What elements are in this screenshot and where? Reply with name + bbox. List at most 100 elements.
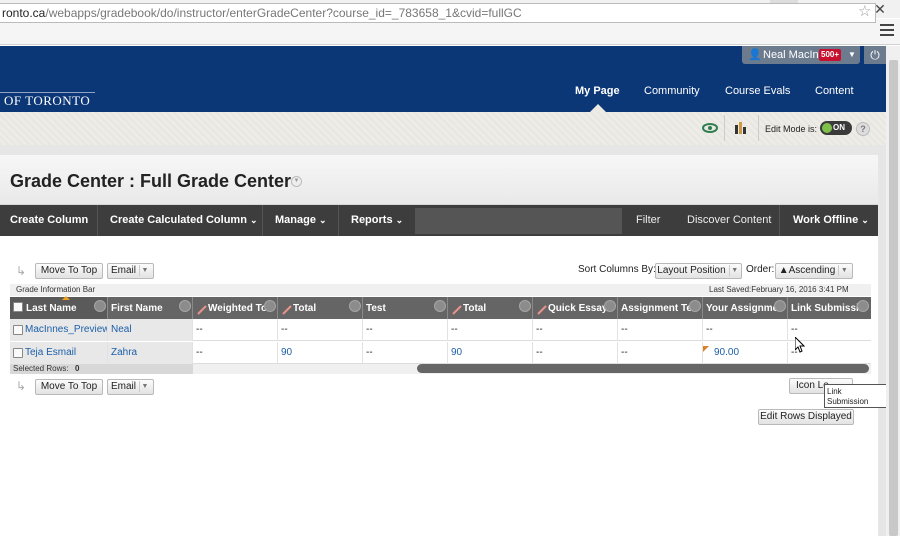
- email-button[interactable]: Email ▼: [107, 263, 154, 279]
- email-button-bottom[interactable]: Email ▼: [107, 379, 154, 395]
- selected-rows-arrow-icon: ↳: [16, 379, 27, 393]
- chevron-down-icon: ▼: [728, 264, 740, 276]
- nav-community[interactable]: Community: [644, 85, 700, 97]
- sort-ascending-icon: [62, 296, 70, 300]
- column-options-icon[interactable]: [179, 300, 191, 312]
- calculated-column-pencil-icon: [537, 305, 547, 315]
- column-options-icon[interactable]: [689, 300, 701, 312]
- column-options-icon[interactable]: [434, 300, 446, 312]
- action-divider: [97, 205, 98, 236]
- grade-cell[interactable]: --: [193, 342, 278, 364]
- address-bar[interactable]: ronto.ca/webapps/gradebook/do/instructor…: [0, 3, 876, 23]
- cell-first-name[interactable]: Zahra: [108, 342, 193, 364]
- url-domain: ronto.ca: [2, 6, 46, 20]
- chevron-down-icon: ⌄: [395, 215, 404, 225]
- grade-cell[interactable]: 90: [448, 342, 533, 364]
- filter-button[interactable]: Filter: [636, 214, 660, 226]
- manage-label: Manage: [275, 214, 316, 226]
- toolstrip-divider: [758, 115, 759, 141]
- sort-columns-value: Layout Position: [657, 265, 726, 276]
- grade-cell[interactable]: --: [193, 319, 278, 341]
- chevron-down-icon: ▼: [139, 264, 150, 276]
- grade-cell[interactable]: 90.00: [703, 342, 788, 364]
- grade-cell[interactable]: --: [533, 342, 618, 364]
- chevron-down-icon: ▼: [848, 50, 856, 59]
- create-calculated-column-label: Create Calculated Column: [110, 214, 247, 226]
- row-checkbox[interactable]: [13, 325, 23, 335]
- column-options-icon[interactable]: [349, 300, 361, 312]
- table-row: Teja Esmail Zahra -- 90 -- 90 -- -- 90.0…: [10, 342, 871, 364]
- title-options-chevron-icon[interactable]: ▼: [291, 176, 302, 187]
- student-first-name-link[interactable]: Zahra: [111, 347, 137, 358]
- column-options-icon[interactable]: [264, 300, 276, 312]
- nav-course-evals[interactable]: Course Evals: [725, 85, 790, 97]
- cell-last-name[interactable]: MacInnes_PreviewU: [10, 319, 108, 341]
- cell-last-name[interactable]: Teja Esmail: [10, 342, 108, 364]
- reports-menu[interactable]: Reports ⌄: [351, 214, 403, 226]
- grade-cell[interactable]: --: [618, 342, 703, 364]
- student-preview-icon[interactable]: [701, 121, 719, 135]
- grade-information-bar: Grade Information Bar Last Saved:Februar…: [10, 284, 871, 296]
- row-checkbox[interactable]: [13, 348, 23, 358]
- move-to-top-button-bottom[interactable]: Move To Top: [35, 379, 103, 395]
- grade-cell[interactable]: --: [533, 319, 618, 341]
- action-divider: [779, 205, 780, 236]
- manage-menu[interactable]: Manage ⌄: [275, 214, 327, 226]
- grade-cell[interactable]: --: [448, 319, 533, 341]
- action-divider: [338, 205, 339, 236]
- edit-mode-label: Edit Mode is:: [765, 124, 818, 134]
- column-options-icon[interactable]: [774, 300, 786, 312]
- action-bar-spacer: [415, 208, 622, 234]
- chevron-down-icon: ⌄: [249, 215, 258, 225]
- grade-cell[interactable]: --: [618, 319, 703, 341]
- work-offline-menu[interactable]: Work Offline ⌄: [793, 214, 869, 226]
- student-last-name-link[interactable]: MacInnes_PreviewU: [25, 324, 107, 335]
- logout-power-icon[interactable]: ⏻: [864, 46, 886, 64]
- grade-cell[interactable]: --: [363, 319, 448, 341]
- create-calculated-column-button[interactable]: Create Calculated Column ⌄: [110, 214, 258, 226]
- notification-badge: 500+: [819, 49, 842, 61]
- action-divider: [262, 205, 263, 236]
- reports-label: Reports: [351, 214, 393, 226]
- email-label: Email: [110, 381, 136, 392]
- column-options-icon[interactable]: [94, 300, 106, 312]
- discover-content-button[interactable]: Discover Content: [687, 214, 771, 226]
- info-bar-label: Grade Information Bar: [16, 285, 96, 294]
- column-options-icon[interactable]: [857, 300, 869, 312]
- sort-columns-label: Sort Columns By:: [578, 264, 656, 275]
- nav-my-page[interactable]: My Page: [575, 85, 620, 97]
- order-label: Order:: [746, 264, 775, 275]
- edit-rows-displayed-button[interactable]: Edit Rows Displayed: [758, 409, 854, 425]
- edit-mode-toggle[interactable]: ON: [820, 121, 852, 135]
- move-to-top-button[interactable]: Move To Top: [35, 263, 103, 279]
- work-offline-label: Work Offline: [793, 214, 859, 226]
- selected-rows-label: Selected Rows:: [13, 364, 69, 373]
- column-options-icon[interactable]: [604, 300, 616, 312]
- vertical-scrollbar-thumb[interactable]: [889, 60, 898, 536]
- nav-content[interactable]: Content: [815, 85, 854, 97]
- mouse-cursor-icon: [794, 335, 806, 353]
- grade-cell[interactable]: --: [703, 319, 788, 341]
- grade-cell[interactable]: 90: [278, 342, 363, 364]
- student-first-name-link[interactable]: Neal: [111, 324, 132, 335]
- browser-menu-icon[interactable]: [880, 24, 894, 38]
- sort-columns-select[interactable]: Layout Position ▼: [655, 263, 742, 279]
- chevron-down-icon: ▼: [838, 264, 849, 276]
- performance-dashboard-icon[interactable]: [734, 121, 748, 135]
- col-header-last-name[interactable]: Last Name: [10, 297, 108, 319]
- cell-first-name[interactable]: Neal: [108, 319, 193, 341]
- user-menu[interactable]: 👤 Neal MacInne 500+ ▼: [742, 46, 860, 64]
- student-last-name-link[interactable]: Teja Esmail: [25, 347, 76, 358]
- select-all-checkbox[interactable]: [13, 302, 23, 312]
- order-select[interactable]: ▲Ascending ▼: [775, 263, 853, 279]
- needs-grading-flag-icon: [703, 346, 709, 352]
- horizontal-scrollbar-thumb[interactable]: [417, 364, 869, 373]
- column-options-icon[interactable]: [519, 300, 531, 312]
- grade-cell[interactable]: --: [278, 319, 363, 341]
- help-icon[interactable]: ?: [856, 122, 870, 136]
- calculated-column-pencil-icon: [282, 305, 292, 315]
- bookmark-star-icon[interactable]: ☆: [858, 3, 874, 21]
- user-avatar-icon: 👤: [748, 49, 762, 61]
- create-column-button[interactable]: Create Column: [10, 214, 88, 226]
- grade-cell[interactable]: --: [363, 342, 448, 364]
